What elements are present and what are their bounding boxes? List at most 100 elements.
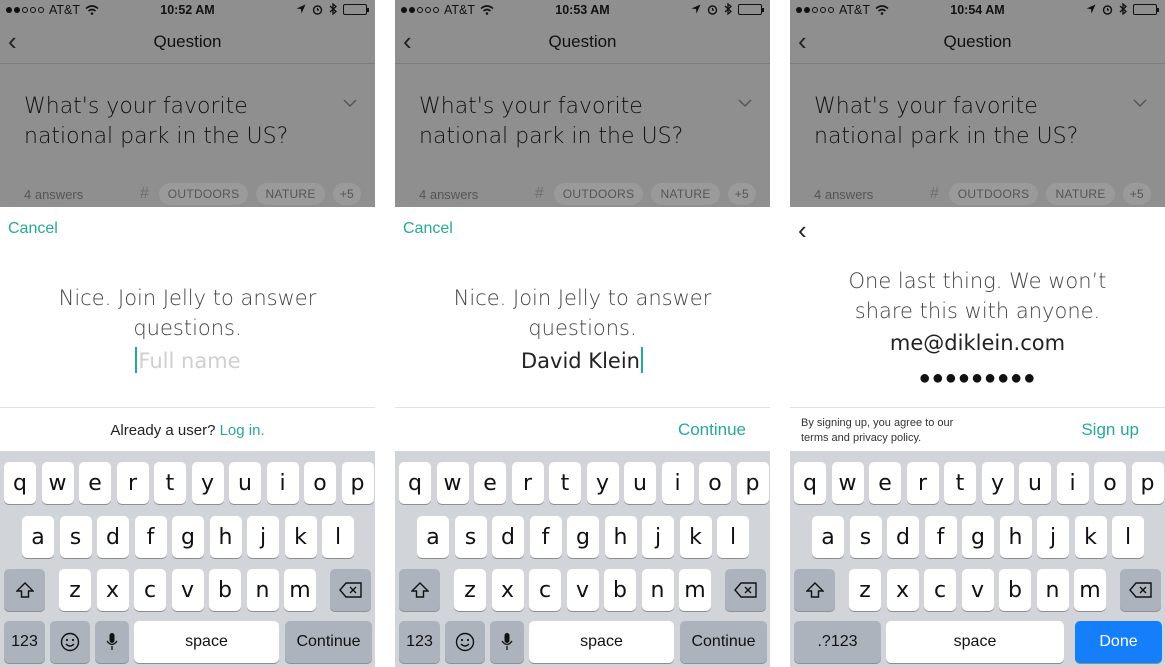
key-p[interactable]: p	[736, 462, 769, 504]
key-y[interactable]: y	[981, 462, 1014, 504]
key-x[interactable]: x	[96, 569, 129, 611]
key-z[interactable]: z	[454, 569, 486, 611]
key-z[interactable]: z	[849, 569, 881, 611]
tag-nature[interactable]: NATURE	[651, 183, 720, 205]
key-y[interactable]: y	[586, 462, 619, 504]
tag-nature[interactable]: NATURE	[256, 183, 325, 205]
shift-key[interactable]	[399, 569, 440, 611]
key-x[interactable]: x	[886, 569, 919, 611]
key-l[interactable]: l	[1112, 516, 1144, 558]
tag-more[interactable]: +5	[727, 183, 756, 205]
key-e[interactable]: e	[869, 462, 901, 504]
key-y[interactable]: y	[191, 462, 224, 504]
key-f[interactable]: f	[134, 516, 167, 558]
key-v[interactable]: v	[566, 569, 599, 611]
full-name-input[interactable]: David Klein	[395, 347, 770, 375]
key-z[interactable]: z	[59, 569, 91, 611]
key-r[interactable]: r	[906, 462, 939, 504]
tag-more[interactable]: +5	[1122, 183, 1151, 205]
key-j[interactable]: j	[642, 516, 674, 558]
continue-button[interactable]: Continue	[678, 420, 746, 440]
key-u[interactable]: u	[624, 462, 656, 504]
key-j[interactable]: j	[1037, 516, 1069, 558]
dictation-key[interactable]	[490, 621, 524, 663]
key-e[interactable]: e	[474, 462, 506, 504]
key-u[interactable]: u	[229, 462, 261, 504]
chevron-down-icon[interactable]	[738, 96, 752, 110]
key-o[interactable]: o	[304, 462, 336, 504]
shift-key[interactable]	[4, 569, 45, 611]
key-m[interactable]: m	[1074, 569, 1106, 611]
key-h[interactable]: h	[999, 516, 1032, 558]
space-key[interactable]: space	[529, 621, 674, 663]
key-f[interactable]: f	[529, 516, 562, 558]
cancel-button[interactable]: Cancel	[8, 220, 58, 238]
key-m[interactable]: m	[679, 569, 711, 611]
dictation-key[interactable]	[95, 621, 129, 663]
emoji-key[interactable]	[50, 621, 90, 663]
tag-outdoors[interactable]: OUTDOORS	[158, 183, 249, 205]
key-b[interactable]: b	[604, 569, 636, 611]
key-m[interactable]: m	[284, 569, 316, 611]
key-a[interactable]: a	[812, 516, 844, 558]
key-s[interactable]: s	[59, 516, 92, 558]
key-k[interactable]: k	[284, 516, 317, 558]
email-field[interactable]: me@diklein.com	[790, 331, 1165, 355]
key-t[interactable]: t	[154, 462, 186, 504]
key-n[interactable]: n	[1036, 569, 1069, 611]
space-key[interactable]: space	[134, 621, 279, 663]
key-e[interactable]: e	[79, 462, 111, 504]
key-g[interactable]: g	[172, 516, 204, 558]
numbers-key[interactable]: 123	[4, 621, 45, 663]
key-a[interactable]: a	[417, 516, 449, 558]
key-g[interactable]: g	[962, 516, 994, 558]
password-field[interactable]: ●●●●●●●●●	[790, 367, 1165, 390]
key-p[interactable]: p	[341, 462, 374, 504]
back-chevron-icon[interactable]: ‹	[798, 217, 807, 243]
chevron-down-icon[interactable]	[343, 96, 357, 110]
return-key[interactable]: Continue	[680, 621, 767, 663]
key-u[interactable]: u	[1019, 462, 1051, 504]
key-o[interactable]: o	[1094, 462, 1126, 504]
key-k[interactable]: k	[1074, 516, 1107, 558]
key-t[interactable]: t	[549, 462, 581, 504]
key-a[interactable]: a	[22, 516, 54, 558]
key-j[interactable]: j	[247, 516, 279, 558]
key-r[interactable]: r	[116, 462, 149, 504]
key-q[interactable]: q	[794, 462, 826, 504]
key-f[interactable]: f	[924, 516, 957, 558]
key-n[interactable]: n	[641, 569, 674, 611]
delete-key[interactable]	[330, 569, 371, 611]
key-w[interactable]: w	[831, 462, 864, 504]
cancel-button[interactable]: Cancel	[403, 220, 453, 238]
tag-outdoors[interactable]: OUTDOORS	[948, 183, 1039, 205]
key-v[interactable]: v	[171, 569, 204, 611]
key-d[interactable]: d	[887, 516, 919, 558]
space-key[interactable]: space	[886, 621, 1064, 663]
key-l[interactable]: l	[322, 516, 354, 558]
numbers-key[interactable]: .?123	[794, 621, 881, 663]
key-w[interactable]: w	[41, 462, 74, 504]
key-i[interactable]: i	[661, 462, 694, 504]
key-h[interactable]: h	[604, 516, 637, 558]
key-g[interactable]: g	[567, 516, 599, 558]
key-n[interactable]: n	[246, 569, 279, 611]
key-k[interactable]: k	[679, 516, 712, 558]
shift-key[interactable]	[794, 569, 835, 611]
sign-up-button[interactable]: Sign up	[1081, 420, 1139, 440]
numbers-key[interactable]: 123	[399, 621, 440, 663]
key-d[interactable]: d	[97, 516, 129, 558]
key-h[interactable]: h	[209, 516, 242, 558]
done-key[interactable]: Done	[1075, 621, 1162, 663]
key-b[interactable]: b	[999, 569, 1031, 611]
key-o[interactable]: o	[699, 462, 731, 504]
key-d[interactable]: d	[492, 516, 524, 558]
tag-outdoors[interactable]: OUTDOORS	[553, 183, 644, 205]
key-i[interactable]: i	[266, 462, 299, 504]
key-v[interactable]: v	[961, 569, 994, 611]
return-key[interactable]: Continue	[285, 621, 372, 663]
key-b[interactable]: b	[209, 569, 241, 611]
key-s[interactable]: s	[849, 516, 882, 558]
key-c[interactable]: c	[134, 569, 166, 611]
key-l[interactable]: l	[717, 516, 749, 558]
